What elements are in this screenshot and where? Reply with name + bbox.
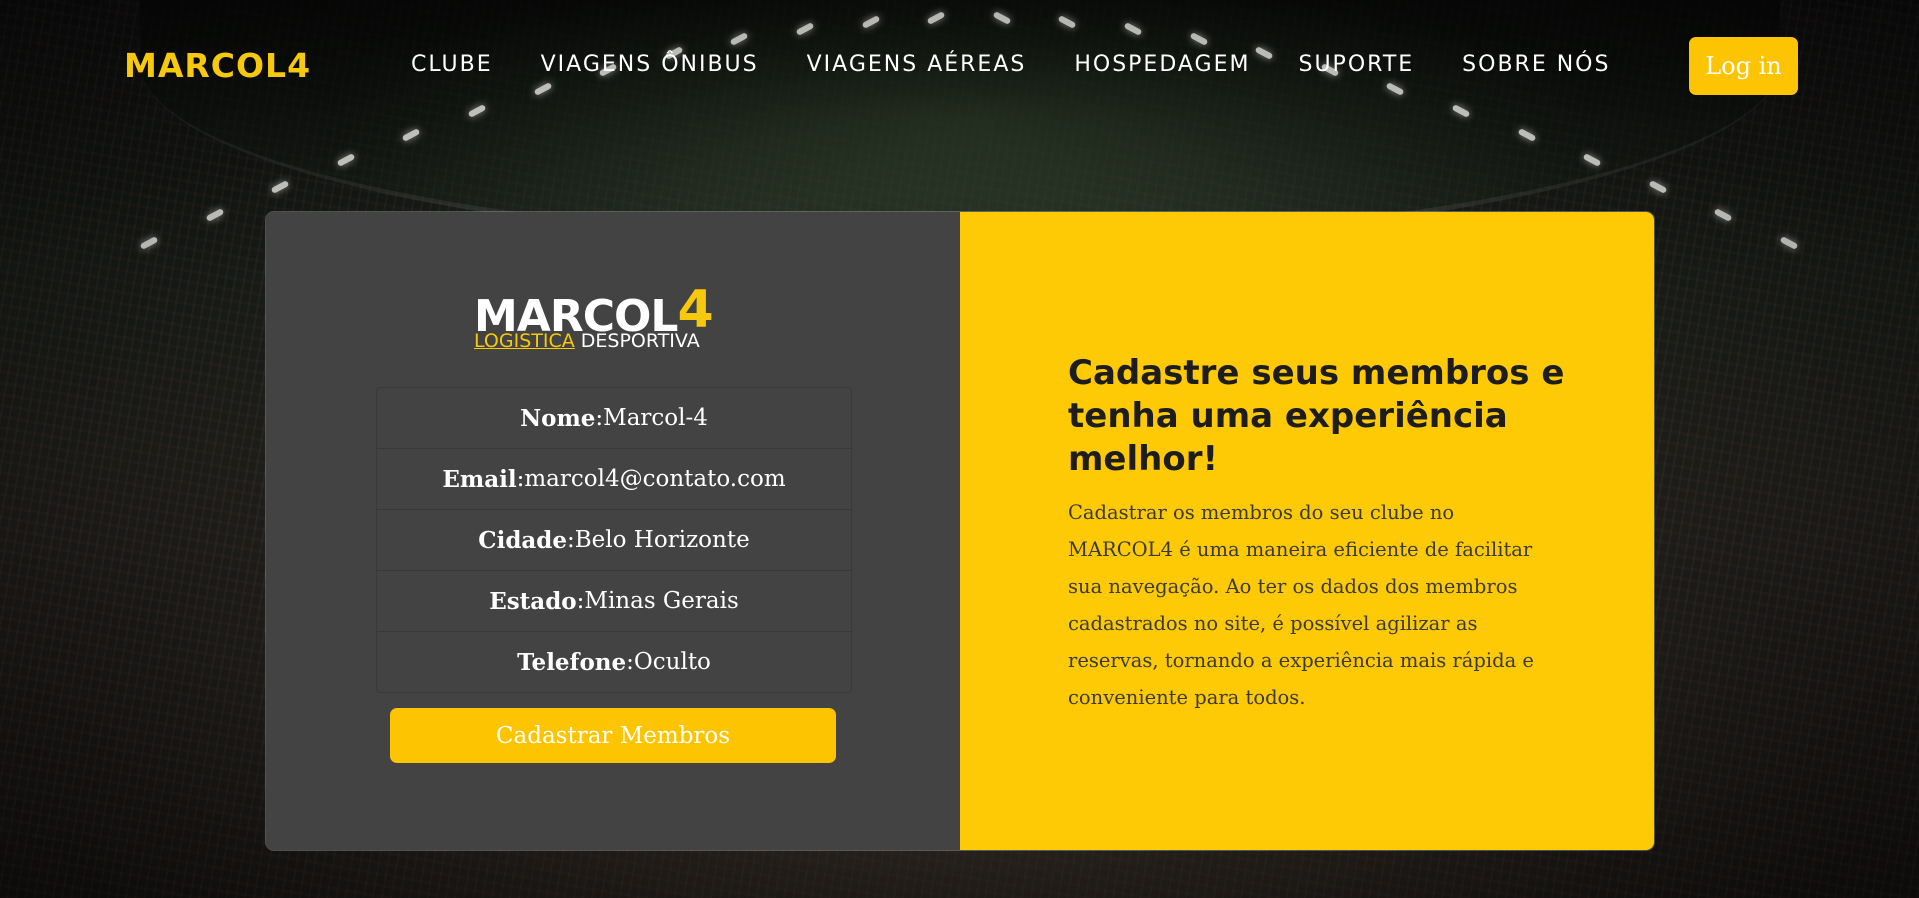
info-row-email: Email: marcol4@contato.com [377, 449, 851, 510]
member-card: MARCOL4 LOGISTICA DESPORTIVA Nome: Marco… [266, 212, 1654, 850]
info-label: Telefone [517, 648, 627, 676]
info-value: Minas Gerais [584, 588, 739, 614]
info-value: Oculto [633, 649, 711, 675]
promo-description: Cadastrar os membros do seu clube no MAR… [1068, 501, 1534, 709]
profile-panel: MARCOL4 LOGISTICA DESPORTIVA Nome: Marco… [266, 212, 960, 850]
info-value: marcol4@contato.com [524, 466, 786, 492]
info-row-telefone: Telefone: Oculto [517, 648, 711, 676]
profile-info-table: Nome: Marcol-4 Email: marcol4@contato.co… [376, 387, 852, 693]
nav-link-sobre-nos[interactable]: SOBRE NÓS [1462, 52, 1610, 77]
nav-link-suporte[interactable]: SUPORTE [1298, 52, 1414, 77]
brand-logo[interactable]: MARCOL4 [124, 46, 311, 85]
marcol4-logo: MARCOL4 LOGISTICA DESPORTIVA [474, 284, 754, 358]
info-row-nome: Nome: Marcol-4 [377, 388, 851, 449]
nav-link-viagens-onibus[interactable]: VIAGENS ÔNIBUS [541, 52, 759, 77]
promo-panel: Cadastre seus membros e tenha uma experi… [960, 212, 1654, 850]
nav-link-hospedagem[interactable]: HOSPEDAGEM [1074, 52, 1250, 77]
info-label: Estado [489, 587, 577, 615]
logo-subtitle-logistica: LOGISTICA [474, 330, 575, 352]
nav-link-clube[interactable]: CLUBE [411, 52, 493, 77]
info-row-cidade: Cidade: Belo Horizonte [377, 510, 851, 571]
info-value: Marcol-4 [603, 405, 708, 431]
info-label: Nome [520, 404, 596, 432]
cadastrar-membros-button[interactable]: Cadastrar Membros [390, 708, 836, 763]
info-label: Cidade [478, 526, 568, 554]
navbar: MARCOL4 CLUBE VIAGENS ÔNIBUS VIAGENS AÉR… [0, 0, 1919, 130]
promo-title: Cadastre seus membros e tenha uma experi… [1068, 353, 1565, 479]
info-label: Email [442, 465, 517, 493]
nav-links: CLUBE VIAGENS ÔNIBUS VIAGENS AÉREAS HOSP… [411, 52, 1658, 77]
info-value: Belo Horizonte [574, 527, 750, 553]
info-row-estado: Estado: Minas Gerais [377, 571, 851, 632]
logo-subtitle-desportiva: DESPORTIVA [574, 330, 700, 352]
login-button[interactable]: Log in [1689, 37, 1798, 95]
nav-link-viagens-aereas[interactable]: VIAGENS AÉREAS [807, 52, 1027, 77]
